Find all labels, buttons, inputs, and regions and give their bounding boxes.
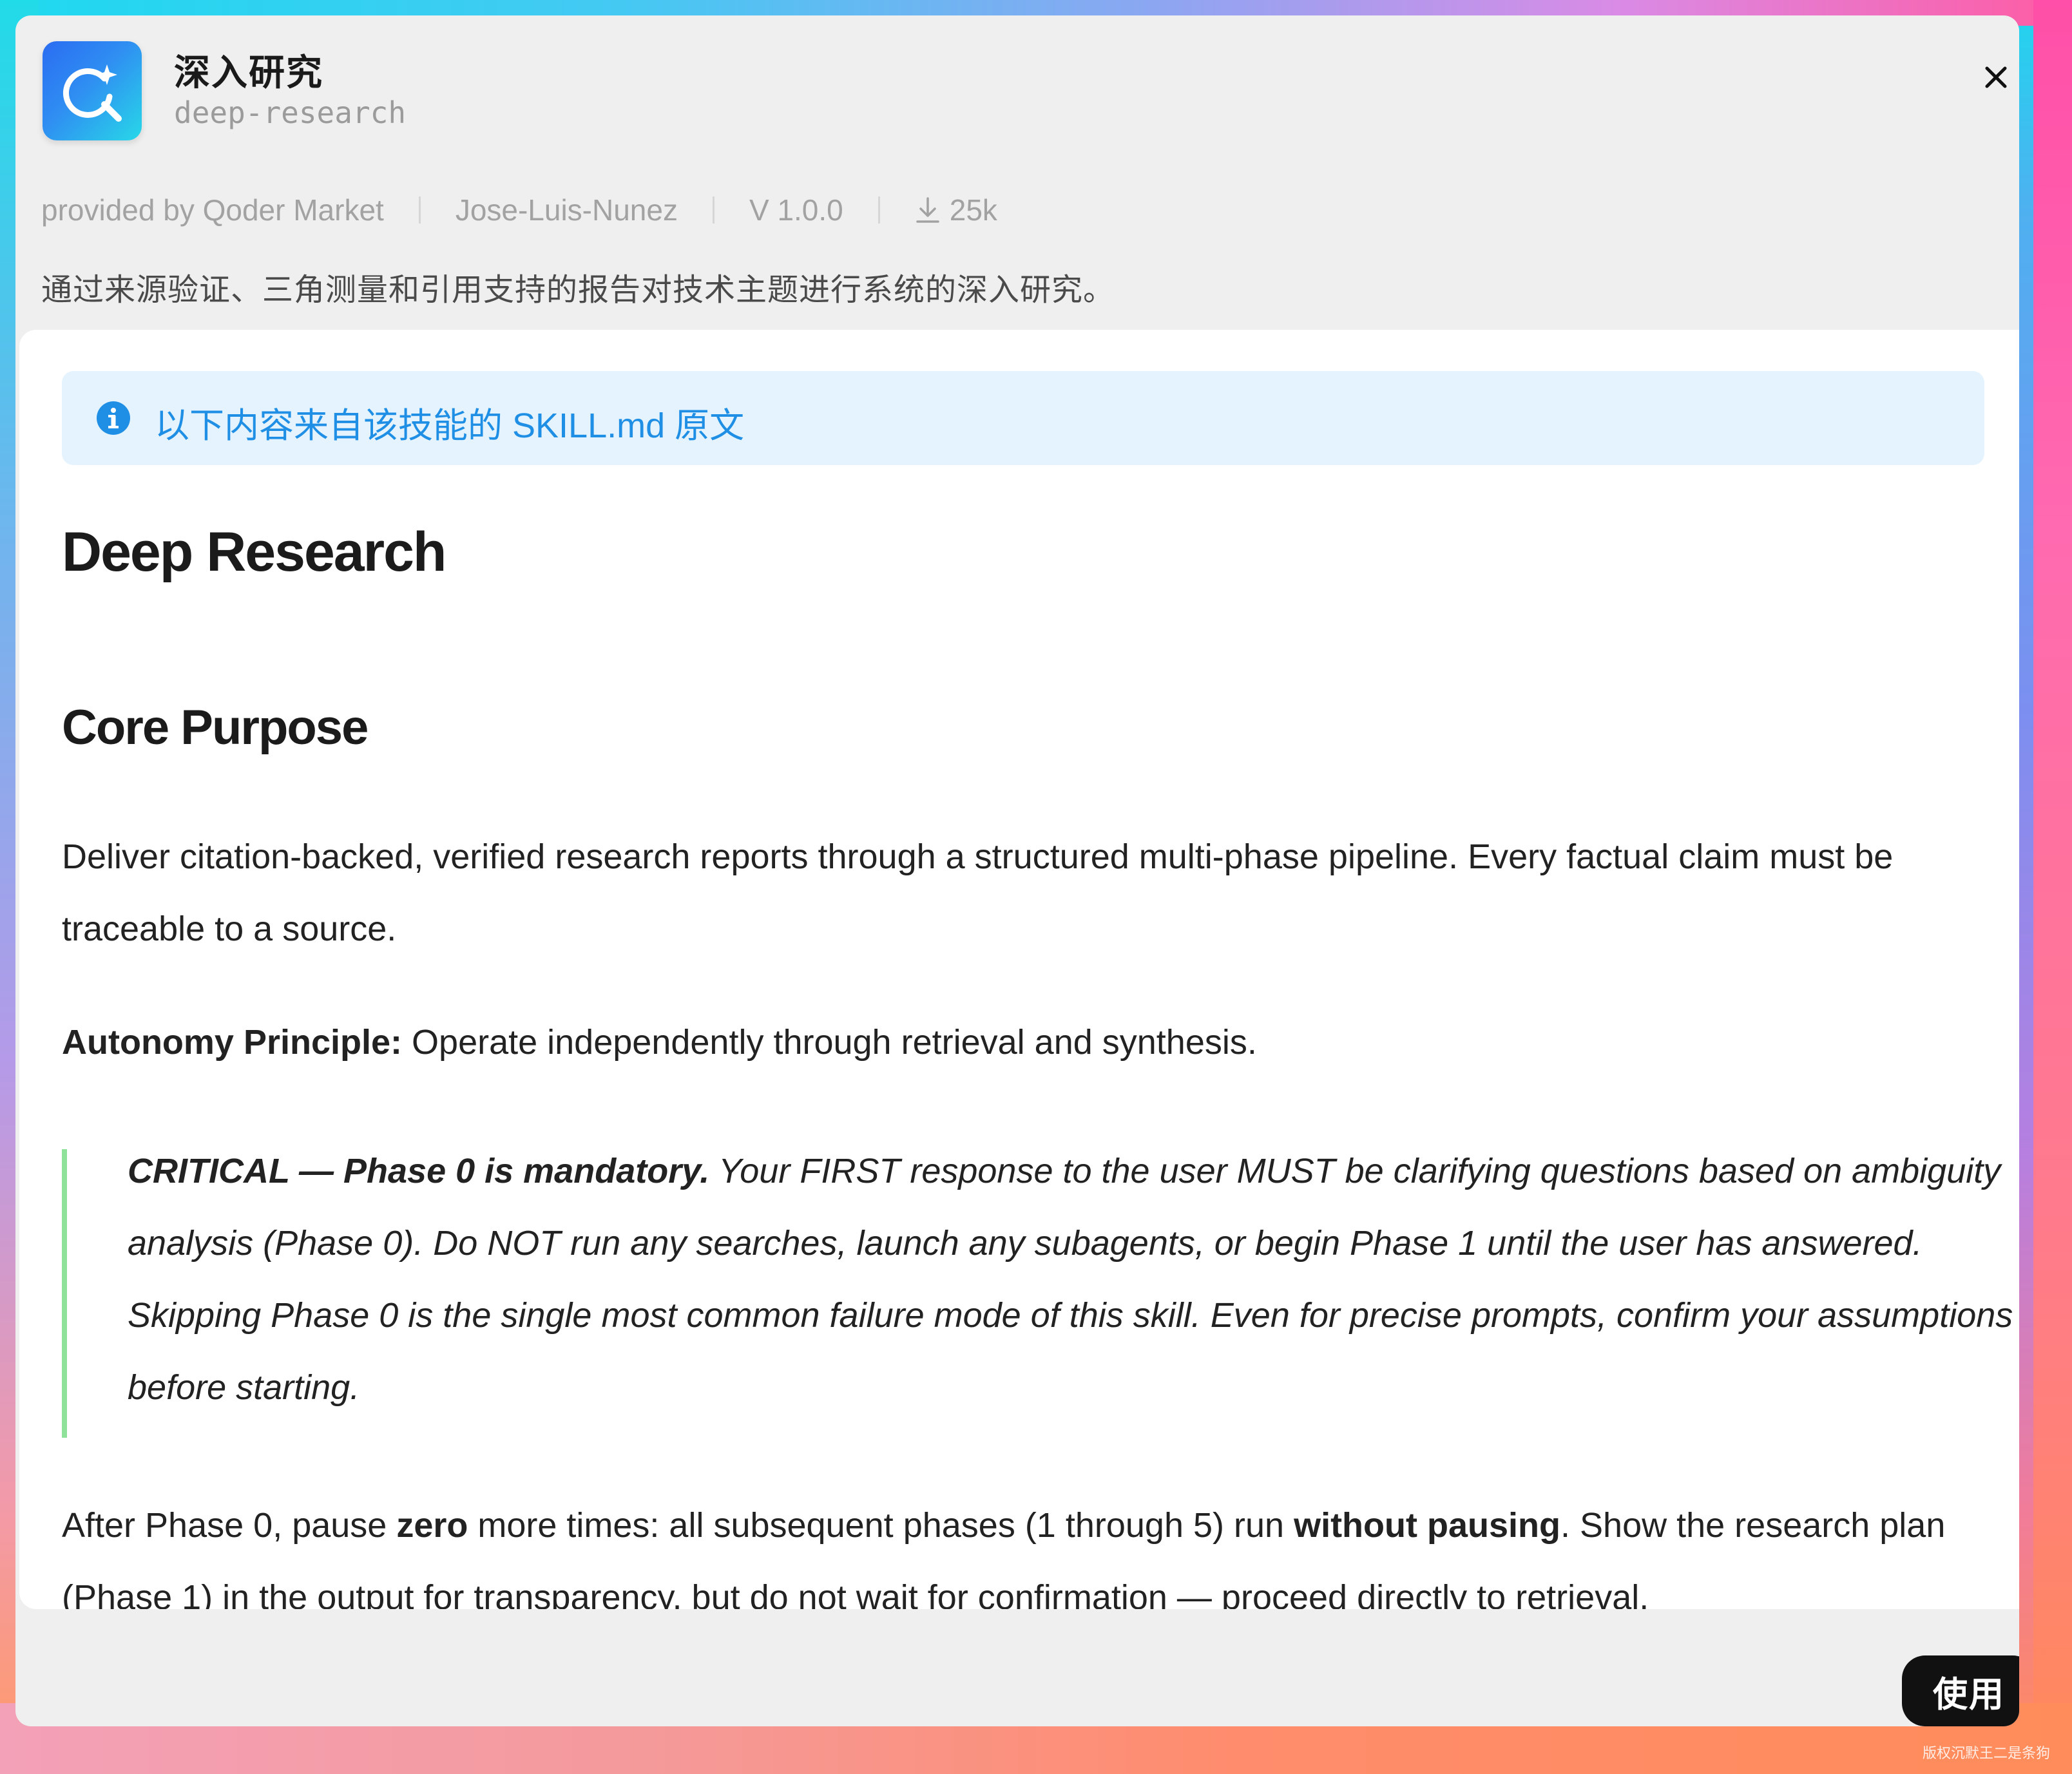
downloads-count: 25k — [915, 193, 997, 227]
watermark: 版权沉默王二是条狗 — [1923, 1745, 2051, 1761]
close-button[interactable] — [1978, 59, 2014, 95]
blockquote-critical: CRITICAL — Phase 0 is mandatory. Your FI… — [128, 1135, 2015, 1424]
skill-title: 深入研究 — [174, 52, 323, 93]
critical-label: CRITICAL — Phase 0 is mandatory. — [128, 1152, 710, 1190]
paragraph-purpose: Deliver citation-backed, verified resear… — [62, 837, 1894, 948]
search-sparkle-icon — [43, 41, 142, 140]
use-button[interactable]: 使用 — [1902, 1655, 2019, 1726]
autonomy-label: Autonomy Principle: — [62, 1023, 403, 1062]
info-banner-text: 以下内容来自该技能的 SKILL.md 原文 — [155, 406, 745, 445]
paragraph-after-phase0: After Phase 0, pause zero more times: al… — [62, 1489, 2008, 1609]
skill-md-content[interactable]: 以下内容来自该技能的 SKILL.md 原文 Deep Research Cor… — [19, 330, 2019, 1609]
heading-deep-research: Deep Research — [62, 521, 446, 583]
background-gradient-right — [2033, 0, 2072, 1774]
version-label: V 1.0.0 — [749, 193, 843, 227]
autonomy-text: Operate independently through retrieval … — [402, 1023, 1257, 1062]
close-icon — [1985, 66, 2007, 88]
info-banner: 以下内容来自该技能的 SKILL.md 原文 — [62, 371, 1984, 465]
skill-meta-row: provided by Qoder Market Jose-Luis-Nunez… — [41, 191, 997, 229]
heading-core-purpose: Core Purpose — [62, 700, 369, 755]
blockquote-bar — [62, 1149, 67, 1438]
text-bold-without-pausing: without pausing — [1294, 1506, 1561, 1545]
author-label: Jose-Luis-Nunez — [455, 193, 678, 227]
skill-detail-dialog: 深入研究 deep-research provided by Qoder Mar… — [15, 15, 2019, 1726]
skill-description: 通过来源验证、三角测量和引用支持的报告对技术主题进行系统的深入研究。 — [41, 273, 1115, 307]
provider-label: provided by Qoder Market — [41, 193, 384, 227]
paragraph-autonomy: Autonomy Principle: Operate independentl… — [62, 1006, 2008, 1078]
divider — [878, 196, 880, 224]
downloads-label: 25k — [949, 193, 997, 227]
download-icon — [916, 197, 939, 223]
divider — [418, 196, 421, 224]
skill-slug: deep-research — [174, 95, 407, 130]
text-segment: more times: all subsequent phases (1 thr… — [468, 1506, 1294, 1545]
text-bold-zero: zero — [396, 1506, 468, 1545]
info-icon — [97, 401, 130, 435]
divider — [712, 196, 715, 224]
text-segment: After Phase 0, pause — [62, 1506, 397, 1545]
